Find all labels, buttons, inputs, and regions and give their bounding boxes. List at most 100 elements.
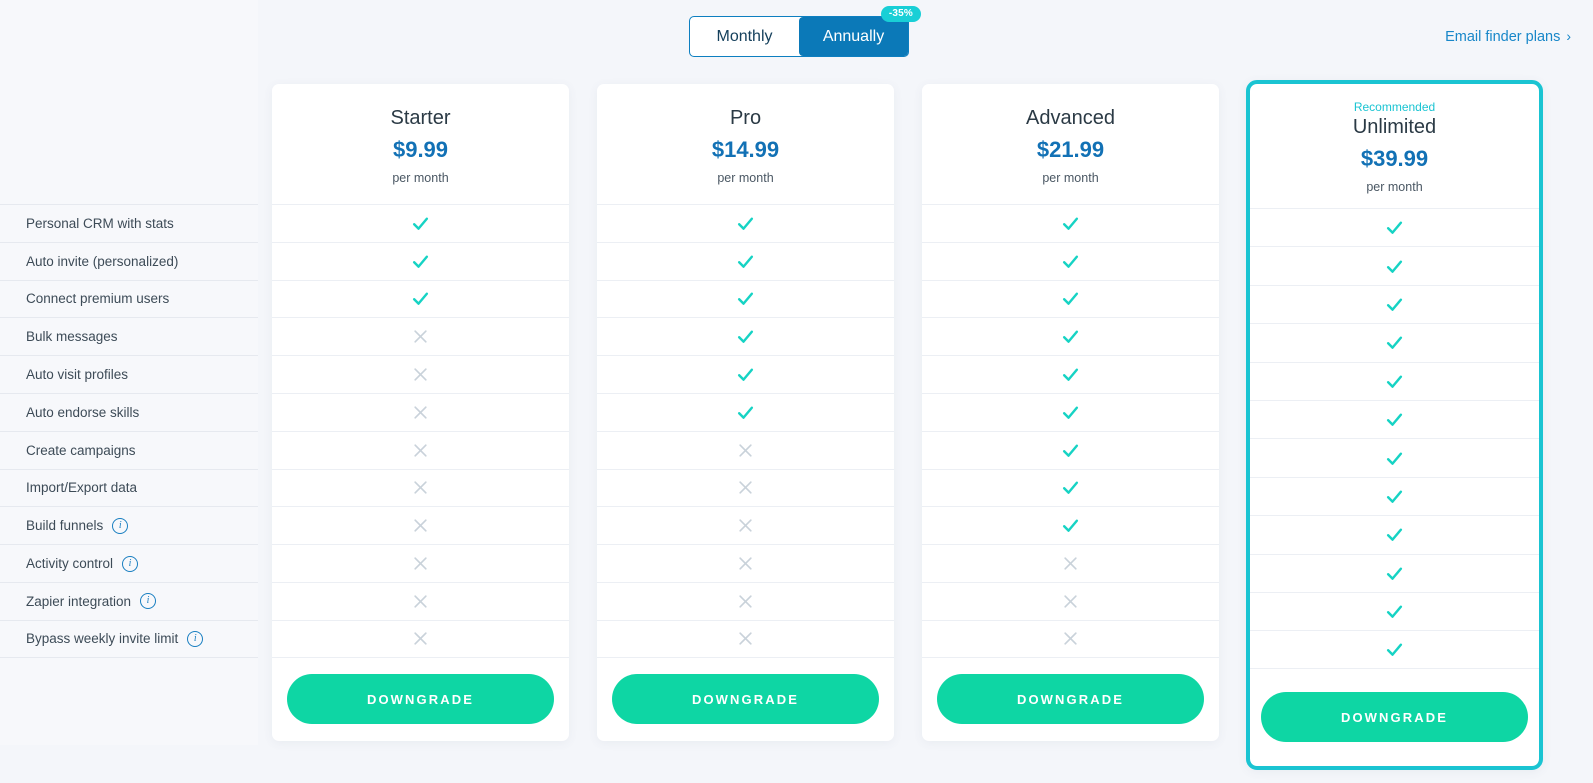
info-icon[interactable]: i	[122, 555, 139, 572]
check-icon	[1386, 452, 1403, 465]
feature-row: Connect premium users	[0, 279, 258, 318]
feature-included-cell	[1250, 246, 1539, 284]
feature-label: Auto invite (personalized)	[26, 253, 179, 269]
check-icon	[737, 255, 754, 268]
rail-header-spacer	[0, 0, 258, 204]
check-icon	[1386, 260, 1403, 273]
feature-excluded-cell	[272, 581, 569, 620]
cross-icon	[739, 481, 752, 495]
check-icon	[1386, 643, 1403, 656]
cross-icon	[414, 481, 427, 495]
cross-icon	[414, 406, 427, 419]
feature-label: Build funnels	[26, 518, 104, 534]
check-icon	[737, 330, 754, 344]
feature-row: Import/Export data	[0, 468, 258, 507]
feature-excluded-cell	[922, 544, 1219, 582]
plan-feature-cells	[922, 204, 1219, 658]
plan-cta-area: DOWNGRADE	[272, 658, 569, 741]
feature-included-cell	[1250, 476, 1539, 515]
check-icon	[1062, 444, 1079, 457]
plan-card-unlimited: Recommended Unlimited $39.99 per month DOWNG…	[1246, 80, 1543, 770]
check-icon	[1386, 298, 1403, 311]
plan-feature-cells	[597, 204, 894, 658]
feature-included-cell	[922, 241, 1219, 280]
feature-label: Connect premium users	[26, 291, 170, 307]
cross-icon	[739, 595, 752, 608]
feature-row: Bulk messages	[0, 317, 258, 355]
feature-label: Activity control	[26, 556, 114, 572]
feature-label: Auto endorse skills	[26, 404, 140, 420]
feature-included-cell	[272, 279, 569, 318]
feature-label: Auto visit profiles	[26, 367, 129, 383]
feature-included-cell	[1250, 399, 1539, 438]
feature-included-cell	[922, 279, 1219, 318]
feature-excluded-cell	[272, 355, 569, 393]
feature-row: Create campaigns	[0, 430, 258, 469]
feature-included-cell	[1250, 630, 1539, 669]
check-icon	[737, 217, 754, 230]
check-icon	[1386, 221, 1403, 235]
feature-included-cell	[1250, 323, 1539, 361]
feature-included-cell	[922, 468, 1219, 507]
feature-excluded-cell	[597, 430, 894, 469]
info-icon[interactable]: i	[140, 593, 157, 610]
cross-icon	[414, 368, 427, 381]
check-icon	[412, 217, 429, 230]
check-icon	[1062, 217, 1079, 230]
plan-cta-area: DOWNGRADE	[922, 658, 1219, 741]
check-icon	[1062, 406, 1079, 419]
plan-header: Starter $9.99 per month	[272, 84, 569, 204]
downgrade-button[interactable]: DOWNGRADE	[937, 674, 1204, 725]
plan-header: Advanced $21.99 per month	[922, 84, 1219, 204]
plan-header: Recommended Unlimited $39.99 per month	[1250, 84, 1539, 208]
info-icon[interactable]: i	[187, 630, 204, 647]
cross-icon	[414, 632, 427, 645]
plan-price: $14.99	[711, 137, 780, 162]
feature-row: Auto endorse skills	[0, 392, 258, 431]
cross-icon	[739, 632, 752, 645]
feature-included-cell	[597, 392, 894, 431]
feature-included-cell	[272, 204, 569, 242]
plan-card-advanced: Advanced $21.99 per month DOWNGRADE	[922, 84, 1219, 741]
downgrade-button[interactable]: DOWNGRADE	[287, 674, 554, 725]
feature-row: Activity control i	[0, 544, 258, 582]
feature-label: Import/Export data	[26, 480, 138, 496]
feature-included-cell	[922, 355, 1219, 393]
plan-period: per month	[717, 171, 774, 185]
check-icon	[1062, 368, 1079, 381]
feature-label: Bulk messages	[26, 329, 118, 345]
feature-excluded-cell	[597, 506, 894, 544]
info-icon[interactable]: i	[112, 517, 129, 534]
check-icon	[1386, 605, 1403, 618]
feature-label: Create campaigns	[26, 442, 136, 458]
check-icon	[1062, 519, 1079, 533]
feature-included-cell	[597, 317, 894, 355]
downgrade-button[interactable]: DOWNGRADE	[612, 674, 879, 725]
plan-price: $39.99	[1360, 146, 1429, 171]
downgrade-button[interactable]: DOWNGRADE	[1261, 692, 1528, 743]
feature-included-cell	[922, 430, 1219, 469]
check-icon	[1062, 481, 1079, 495]
feature-excluded-cell	[272, 430, 569, 469]
feature-included-cell	[597, 279, 894, 318]
feature-included-cell	[922, 204, 1219, 242]
check-icon	[1386, 413, 1403, 427]
plan-name: Unlimited	[1352, 116, 1437, 138]
check-icon	[1062, 293, 1079, 306]
cross-icon	[414, 330, 427, 343]
feature-row: Auto invite (personalized)	[0, 241, 258, 280]
recommended-badge: Recommended	[1353, 100, 1436, 114]
plan-cta-area: DOWNGRADE	[1250, 669, 1539, 766]
cross-icon	[739, 557, 752, 570]
plan-name: Pro	[729, 107, 762, 129]
feature-included-cell	[1250, 438, 1539, 476]
feature-included-cell	[1250, 553, 1539, 592]
feature-excluded-cell	[597, 581, 894, 620]
cross-icon	[739, 519, 752, 532]
check-icon	[412, 293, 429, 306]
plan-name: Starter	[390, 107, 451, 129]
cross-icon	[739, 444, 752, 457]
feature-list-rail: Personal CRM with stats Auto invite (pers…	[0, 0, 258, 745]
feature-included-cell	[272, 241, 569, 280]
check-icon	[1386, 336, 1403, 350]
